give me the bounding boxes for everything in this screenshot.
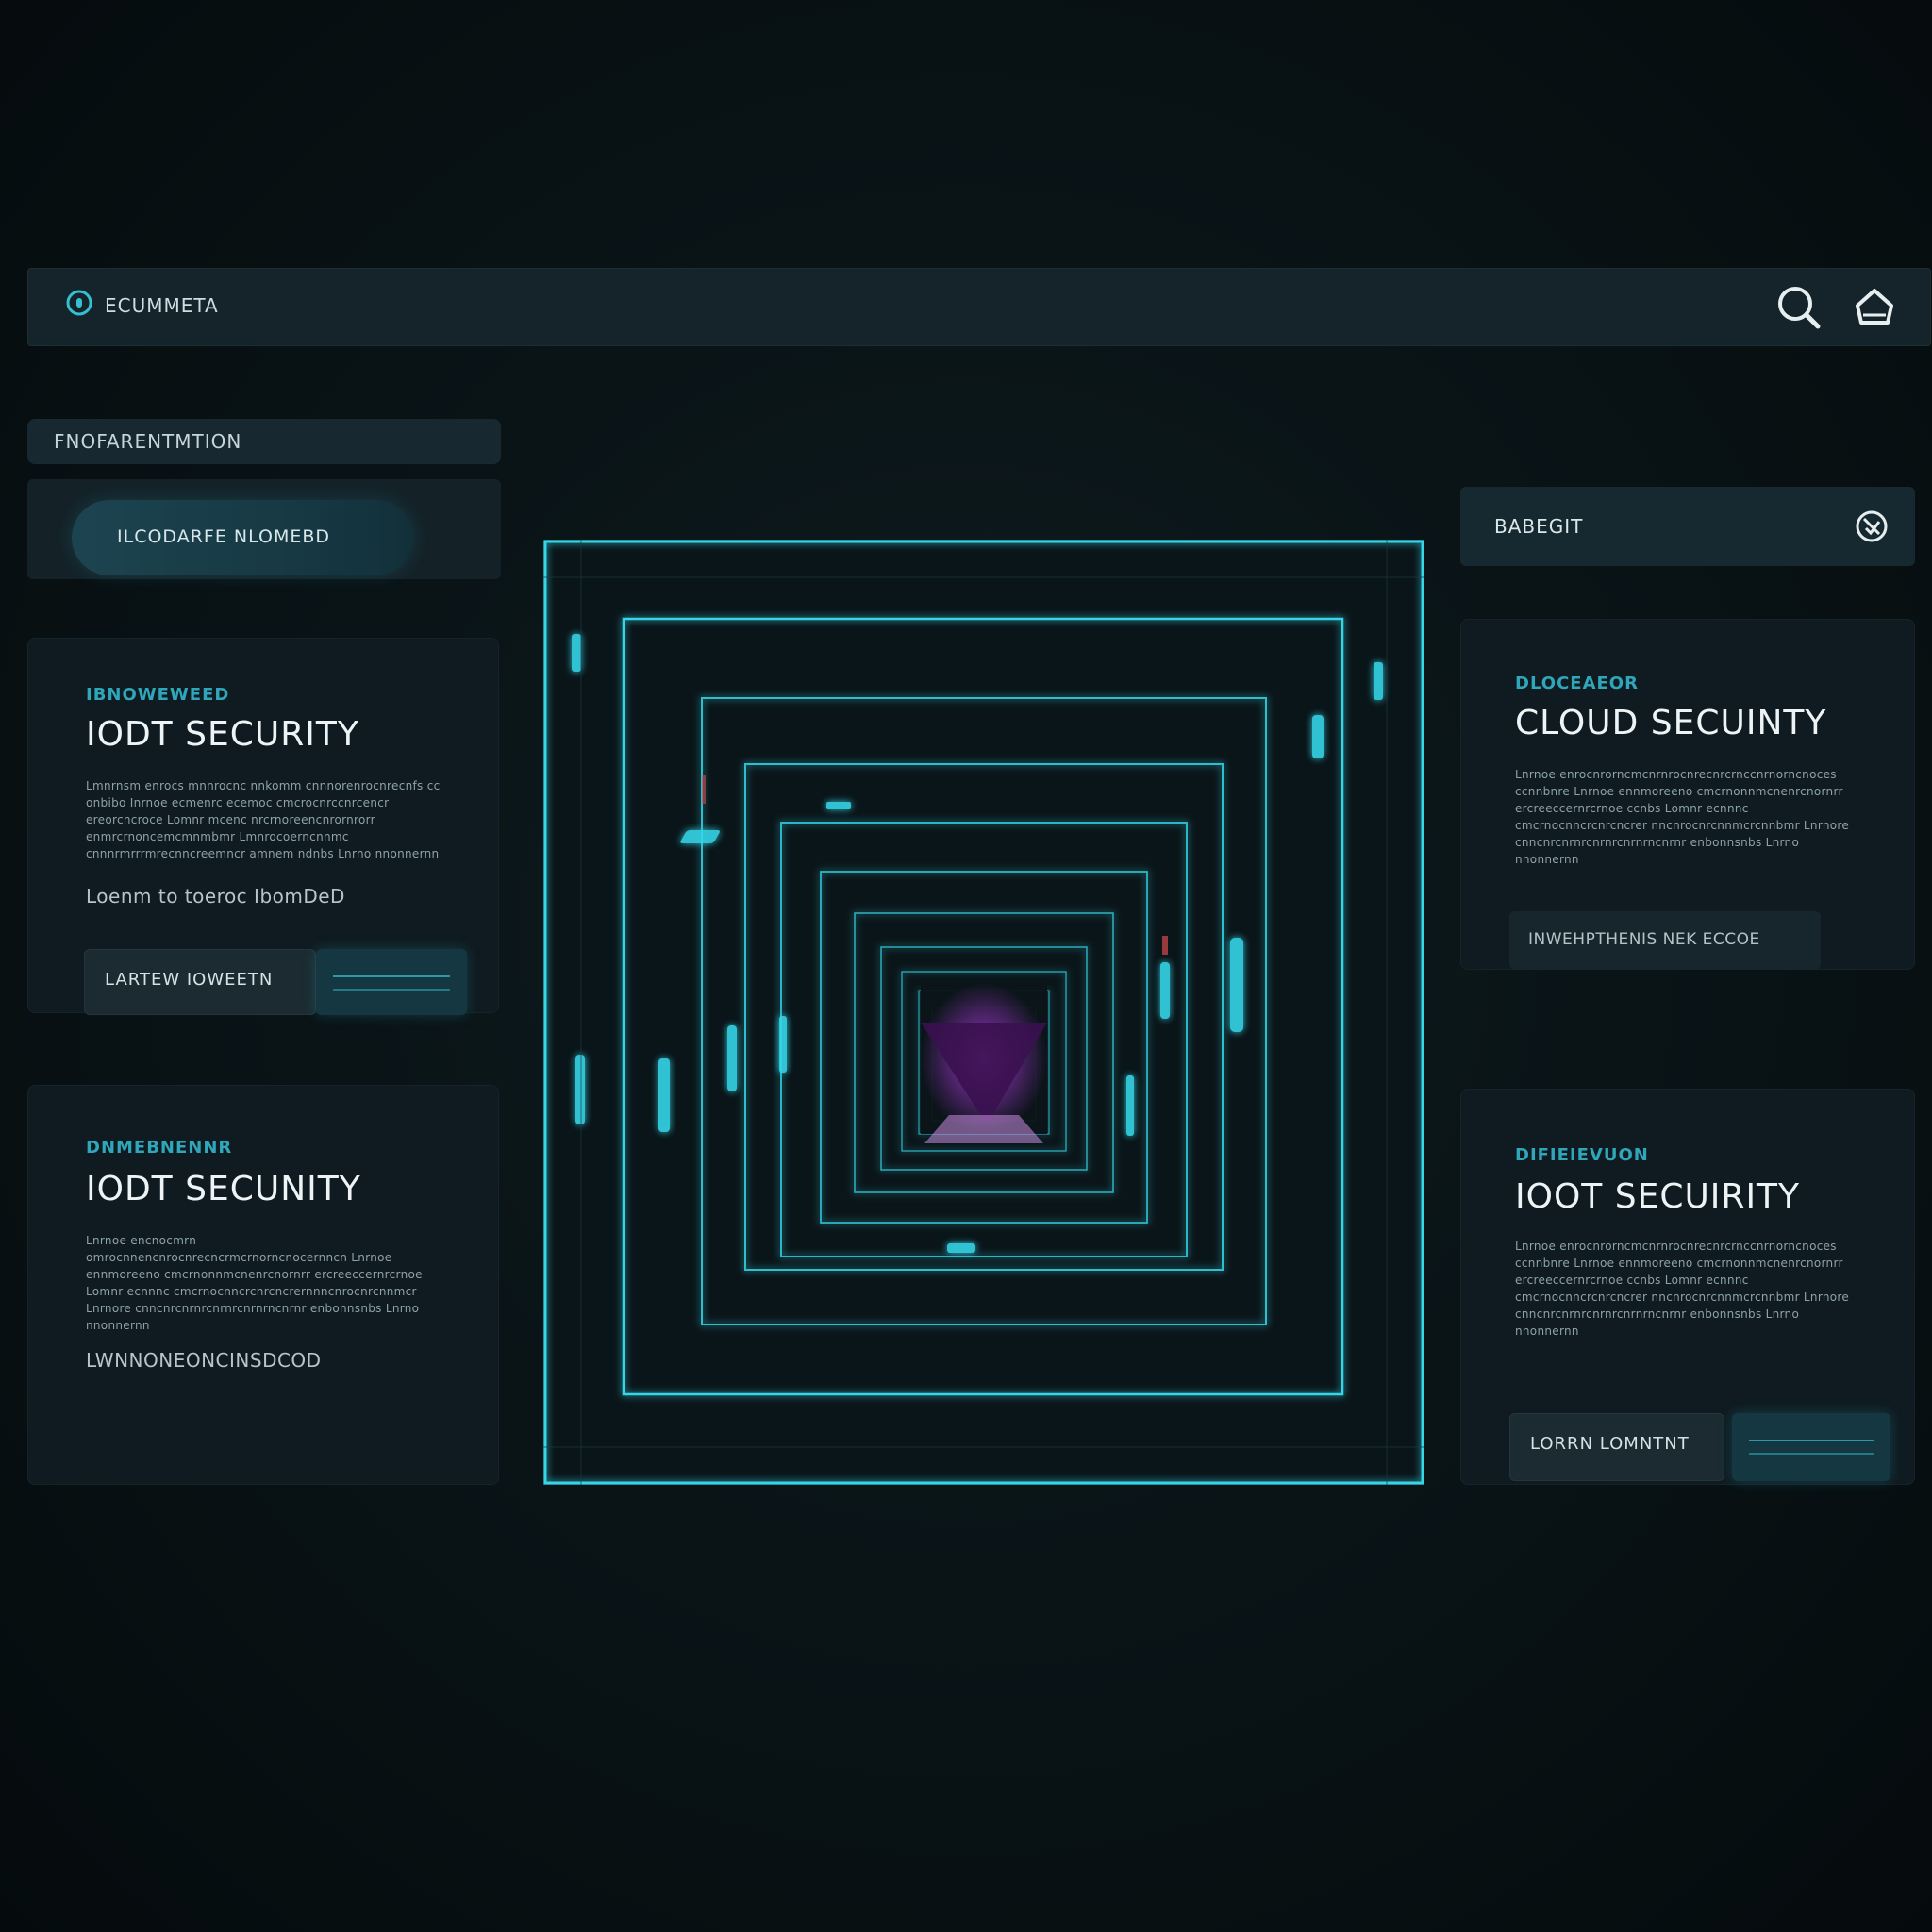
brand-name: ECUMMETA (105, 294, 219, 317)
search-icon[interactable] (1771, 279, 1827, 336)
card-title: IODT SECUNITY (86, 1170, 361, 1208)
pill-panel: ILCODARFE NLOMEBD (27, 479, 501, 579)
card-action-button[interactable]: INWEHPTHENIS NEK ECCOE (1509, 911, 1821, 970)
card-secondary-button[interactable] (1732, 1413, 1890, 1481)
card-title: IOOT SECUIRITY (1515, 1177, 1801, 1216)
button-stripes (333, 975, 450, 991)
home-icon[interactable] (1846, 279, 1903, 336)
section-title: FNOFARENTMTION (54, 430, 242, 453)
section-title-bar: FNOFARENTMTION (27, 419, 501, 464)
card-action-button-label: INWEHPTHENIS NEK ECCOE (1528, 930, 1760, 949)
search-panel[interactable]: BABEGIT (1460, 487, 1915, 566)
card-body: Lnrnoe encnocmrn omrocnnencnrocnrecncrmc… (86, 1234, 423, 1332)
card-title: CLOUD SECUINTY (1515, 704, 1827, 742)
button-stripes (1749, 1440, 1874, 1455)
logo-icon[interactable] (65, 287, 93, 319)
security-tunnel-visual (543, 540, 1424, 1485)
card-eyebrow: DLOCEAEOR (1515, 674, 1639, 693)
pill-button-label: ILCODARFE NLOMEBD (117, 526, 331, 547)
card-primary-button-label: LARTEW IOWEETN (105, 970, 274, 990)
card-primary-button-label: LORRN LOMNTNT (1530, 1434, 1690, 1454)
card-eyebrow: DIFIEIEVUON (1515, 1145, 1649, 1165)
card-primary-button[interactable]: LARTEW IOWEETN (84, 949, 316, 1015)
card-body: Lnrnoe enrocnrorncmcnrnrocnrecnrcrnccnrn… (1515, 768, 1850, 866)
security-card-left-2: DNMEBNENNR IODT SECUNITY Lnrnoe encnocmr… (27, 1085, 499, 1485)
card-title: IODT SECURITY (86, 715, 359, 754)
search-label: BABEGIT (1494, 515, 1584, 538)
shield-check-icon[interactable] (1853, 508, 1890, 545)
card-body: Lmnrnsm enrocs mnnrocnc nnkomm cnnnorenr… (86, 779, 441, 860)
primary-pill-button[interactable]: ILCODARFE NLOMEBD (72, 500, 413, 575)
security-card-right-1: DLOCEAEOR CLOUD SECUINTY Lnrnoe enrocnro… (1460, 619, 1915, 970)
card-eyebrow: DNMEBNENNR (86, 1138, 233, 1158)
card-primary-button[interactable]: LORRN LOMNTNT (1509, 1413, 1724, 1481)
top-nav-bar: ECUMMETA (27, 268, 1931, 346)
card-eyebrow: IBNOWEWEED (86, 685, 230, 705)
security-card-right-2: DIFIEIEVUON IOOT SECUIRITY Lnrnoe enrocn… (1460, 1089, 1915, 1485)
card-link[interactable]: Loenm to toeroc IbomDeD (86, 885, 345, 908)
card-body: Lnrnoe enrocnrorncmcnrnrocnrecnrcrnccnrn… (1515, 1240, 1850, 1338)
card-link[interactable]: LWNNONEONCINSDCOD (86, 1349, 322, 1372)
card-secondary-button[interactable] (316, 949, 467, 1015)
security-card-left-1: IBNOWEWEED IODT SECURITY Lmnrnsm enrocs … (27, 638, 499, 1015)
